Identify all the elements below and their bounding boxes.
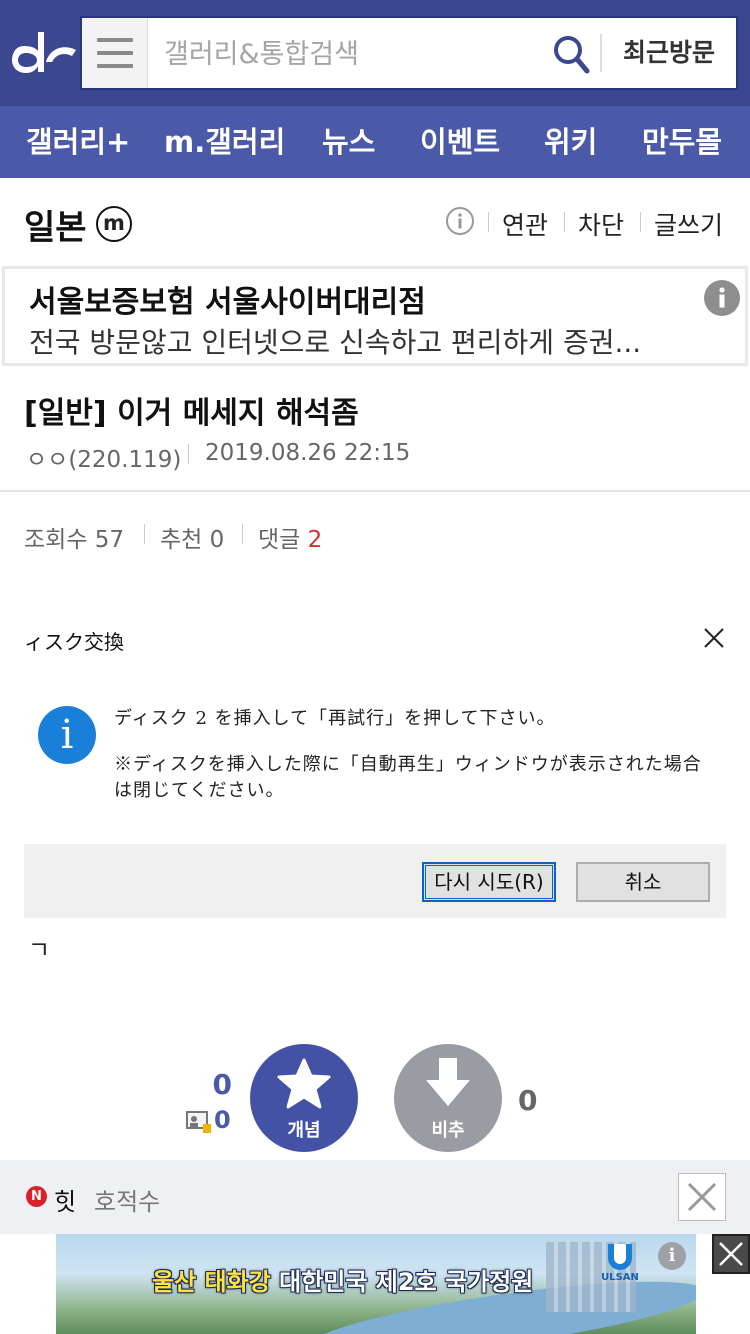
fixed-user-icon	[186, 1111, 211, 1133]
downvote-label: 비추	[431, 1120, 465, 1141]
write-link[interactable]: 글쓰기	[654, 206, 723, 242]
nav-wiki[interactable]: 위키	[544, 106, 597, 178]
divider	[488, 212, 489, 232]
search-icon[interactable]	[552, 34, 590, 74]
post-body-text: ㄱ	[28, 936, 51, 964]
top-header: 최근방문	[0, 0, 750, 106]
nav-event[interactable]: 이벤트	[420, 106, 500, 178]
downvote-button[interactable]: 비추	[394, 1044, 502, 1152]
dialog-note: ※ディスクを挿入した際に「自動再生」ウィンドウが表示された場合は閉じてください。	[114, 754, 702, 801]
close-icon	[704, 628, 724, 648]
close-icon	[687, 1182, 717, 1212]
dialog-footer: 다시 시도(R) 취소	[24, 844, 726, 918]
post-author[interactable]: ㅇㅇ(220.119)	[26, 440, 181, 474]
search-input[interactable]	[164, 36, 544, 72]
nav-gallery-plus[interactable]: 갤러리+	[26, 106, 130, 178]
retry-button: 다시 시도(R)	[422, 862, 556, 902]
text-ad[interactable]: 서울보증보험 서울사이버대리점 전국 방문않고 인터넷으로 신속하고 편리하게 …	[2, 266, 748, 366]
star-icon	[277, 1058, 331, 1109]
banner-text: 울산 태화강 대한민국 제2호 국가정원	[152, 1268, 534, 1296]
divider	[144, 524, 145, 544]
post-title: [일반] 이거 메세지 해석좀	[24, 396, 359, 431]
recent-visit-button[interactable]: 최근방문	[606, 34, 732, 72]
dialog-title: ィスク交換	[24, 630, 124, 654]
hit-label: 힛	[54, 1188, 77, 1216]
upvote-count: 0	[212, 1068, 232, 1101]
nav-mall[interactable]: 만두몰	[642, 106, 722, 178]
arrow-down-icon	[426, 1058, 470, 1106]
hit-close-button[interactable]	[678, 1173, 726, 1221]
main-nav: 갤러리+ m.갤러리 뉴스 이벤트 위키 만두몰	[0, 106, 750, 178]
gallery-title[interactable]: 일본	[24, 200, 87, 249]
nav-news[interactable]: 뉴스	[322, 106, 375, 178]
dc-logo-icon[interactable]	[10, 26, 78, 78]
divider	[640, 212, 641, 232]
block-link[interactable]: 차단	[578, 206, 624, 242]
comment-count[interactable]: 댓글 2	[258, 520, 322, 554]
ad-description[interactable]: 전국 방문않고 인터넷으로 신속하고 편리하게 증권...	[29, 321, 689, 361]
close-icon	[719, 1242, 743, 1266]
ad-title[interactable]: 서울보증보험 서울사이버대리점	[29, 277, 426, 321]
view-count: 조회수 57	[24, 527, 125, 553]
mobile-gallery-badge: m	[96, 206, 132, 242]
nav-m-gallery[interactable]: m.갤러리	[164, 106, 285, 178]
hamburger-menu-icon[interactable]	[82, 18, 148, 88]
divider	[0, 490, 750, 492]
divider	[242, 524, 243, 544]
upvote-button[interactable]: 개념	[250, 1044, 358, 1152]
banner-close-button[interactable]	[712, 1234, 750, 1274]
downvote-count: 0	[518, 1084, 538, 1117]
ulsan-logo: ULSAN	[600, 1244, 640, 1298]
info-icon: i	[38, 706, 96, 764]
ad-info-icon[interactable]	[703, 279, 741, 317]
post-image-dialog: ィスク交換 i ディスク 2 を挿入して「再試行」を押して下さい。 ※ディスクを…	[24, 610, 726, 918]
divider	[600, 34, 602, 72]
ad-info-icon[interactable]: i	[658, 1242, 686, 1270]
related-link[interactable]: 연관	[502, 206, 548, 242]
hit-link[interactable]: 호적수	[94, 1182, 160, 1217]
recommend-count: 추천 0	[160, 527, 225, 553]
divider	[564, 212, 565, 232]
fixed-upvote-count: 0	[214, 1106, 231, 1134]
new-badge: N	[26, 1186, 47, 1207]
info-icon[interactable]	[445, 206, 475, 236]
cancel-button: 취소	[576, 862, 710, 902]
divider	[188, 444, 189, 464]
dialog-message: ディスク 2 を挿入して「再試行」を押して下さい。	[114, 708, 556, 729]
search-box: 최근방문	[80, 16, 738, 90]
post-date: 2019.08.26 22:15	[205, 440, 411, 466]
upvote-label: 개념	[287, 1120, 321, 1141]
banner-ad[interactable]: 울산 태화강 대한민국 제2호 국가정원 ULSAN i	[56, 1234, 696, 1334]
